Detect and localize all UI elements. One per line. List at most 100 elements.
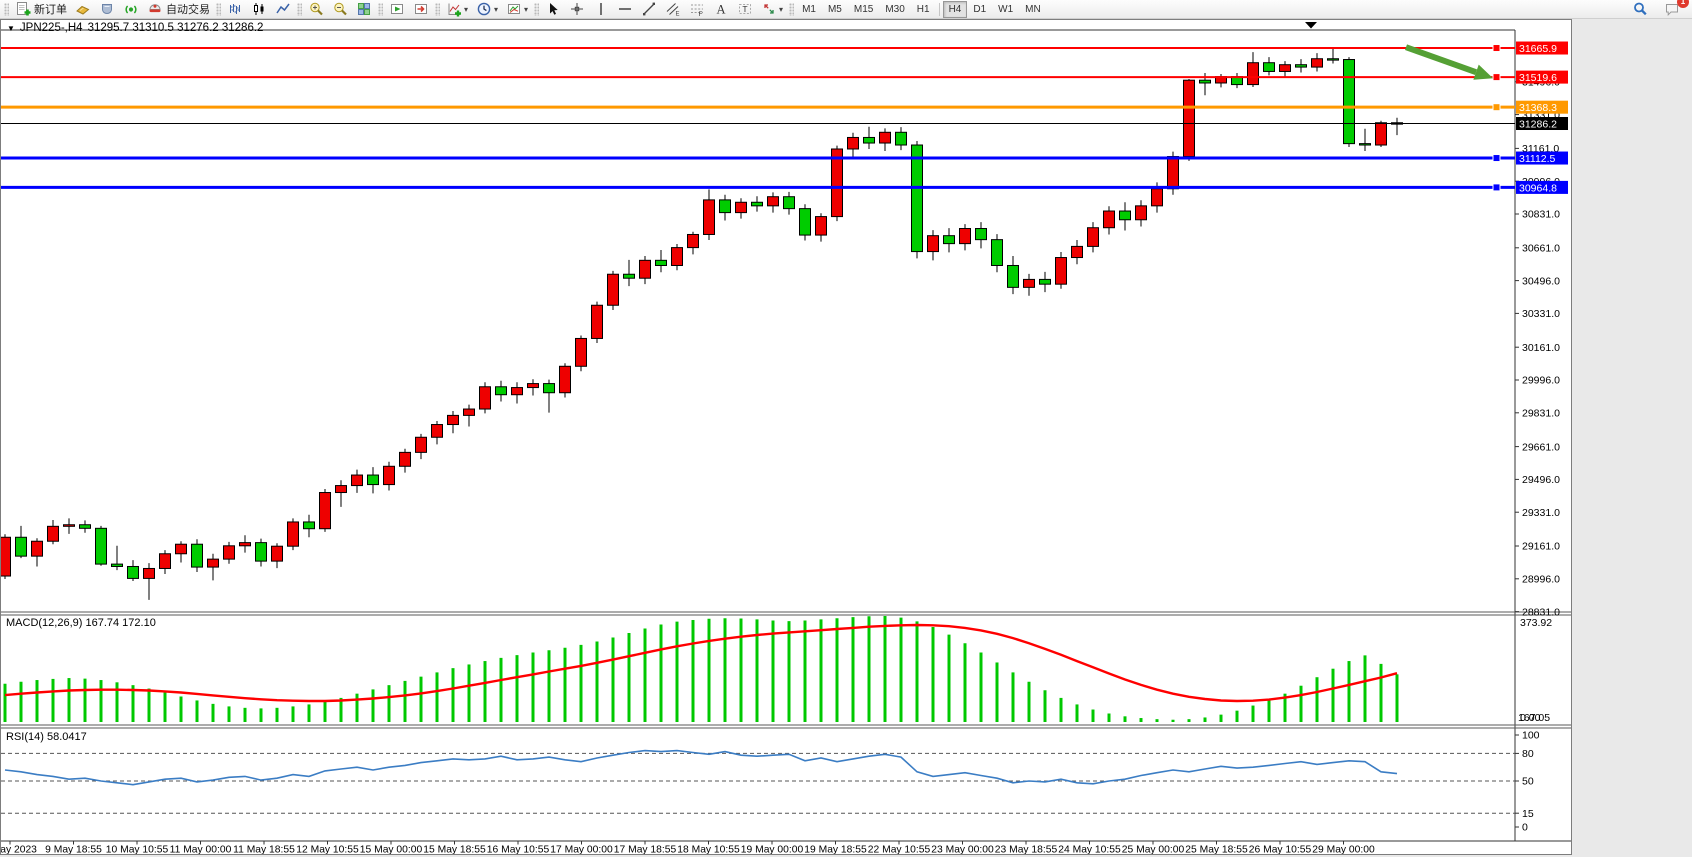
svg-text:15 May 18:55: 15 May 18:55 bbox=[423, 845, 486, 855]
depth-button[interactable] bbox=[95, 0, 119, 19]
toolbar-button-label: 新订单 bbox=[34, 1, 67, 17]
autotrade-button[interactable]: 自动交易 bbox=[143, 0, 214, 19]
horizontal-line-icon bbox=[617, 1, 633, 17]
timeframe-H1[interactable]: H1 bbox=[911, 1, 936, 18]
new-order-button[interactable]: 新订单 bbox=[11, 0, 71, 19]
indicators-icon bbox=[446, 1, 462, 17]
label-button[interactable]: T bbox=[733, 0, 757, 19]
symbol-ohlc: 31295.7 31310.5 31276.2 31286.2 bbox=[88, 22, 264, 34]
autoscroll-icon bbox=[389, 1, 405, 17]
fibonacci-icon: F bbox=[689, 1, 705, 17]
radar-icon bbox=[123, 1, 139, 17]
svg-text:9 May 18:55: 9 May 18:55 bbox=[45, 845, 102, 855]
chevron-down-icon[interactable]: ▾ bbox=[524, 5, 528, 14]
templates-button[interactable]: ▾ bbox=[502, 0, 532, 19]
timeframe-M1[interactable]: M1 bbox=[796, 1, 822, 18]
arrows-button[interactable]: ▾ bbox=[757, 0, 787, 19]
svg-text:F: F bbox=[699, 11, 703, 17]
svg-text:31519.6: 31519.6 bbox=[1519, 72, 1557, 84]
trendline-button[interactable] bbox=[637, 0, 661, 19]
toolbar-grip bbox=[789, 3, 794, 16]
svg-text:10 May 10:55: 10 May 10:55 bbox=[106, 845, 169, 855]
svg-text:0: 0 bbox=[1522, 822, 1528, 834]
zoom-out-button[interactable] bbox=[328, 0, 352, 19]
svg-text:9 May 2023: 9 May 2023 bbox=[1, 845, 37, 855]
svg-text:25 May 00:00: 25 May 00:00 bbox=[1122, 845, 1185, 855]
zoom-in-icon bbox=[308, 1, 324, 17]
svg-text:17 May 18:55: 17 May 18:55 bbox=[614, 845, 677, 855]
radar-button[interactable] bbox=[119, 0, 143, 19]
chart-shift-button[interactable] bbox=[409, 0, 433, 19]
timeframe-M15[interactable]: M15 bbox=[848, 1, 879, 18]
svg-text:23 May 00:00: 23 May 00:00 bbox=[931, 845, 994, 855]
svg-text:16 May 10:55: 16 May 10:55 bbox=[487, 845, 550, 855]
chevron-down-icon[interactable]: ▾ bbox=[464, 5, 468, 14]
fibonacci-button[interactable]: F bbox=[685, 0, 709, 19]
svg-text:18 May 10:55: 18 May 10:55 bbox=[677, 845, 740, 855]
candlestick-icon bbox=[251, 1, 267, 17]
toolbar-grip bbox=[4, 3, 9, 16]
svg-text:11 May 00:00: 11 May 00:00 bbox=[170, 845, 232, 855]
svg-text:29161.0: 29161.0 bbox=[1522, 541, 1560, 553]
svg-text:30496.0: 30496.0 bbox=[1522, 275, 1560, 287]
timeframe-MN[interactable]: MN bbox=[1019, 1, 1047, 18]
timeframe-W1[interactable]: W1 bbox=[992, 1, 1019, 18]
candlestick-button[interactable] bbox=[247, 0, 271, 19]
crosshair-button[interactable] bbox=[565, 0, 589, 19]
svg-text:22 May 10:55: 22 May 10:55 bbox=[868, 845, 931, 855]
svg-text:30331.0: 30331.0 bbox=[1522, 308, 1560, 320]
svg-text:29 May 00:00: 29 May 00:00 bbox=[1312, 845, 1375, 855]
svg-text:50: 50 bbox=[1522, 776, 1534, 788]
chevron-down-icon[interactable]: ▾ bbox=[494, 5, 498, 14]
svg-text:30831.0: 30831.0 bbox=[1522, 209, 1560, 221]
zoom-out-icon bbox=[332, 1, 348, 17]
new-order-icon bbox=[15, 1, 31, 17]
chat-button[interactable]: 1 bbox=[1660, 0, 1684, 19]
chart-shift-icon bbox=[413, 1, 429, 17]
vertical-line-button[interactable] bbox=[589, 0, 613, 19]
label-icon: T bbox=[737, 1, 753, 17]
text-icon: A bbox=[713, 1, 729, 17]
vertical-line-icon bbox=[593, 1, 609, 17]
svg-text:E: E bbox=[676, 12, 680, 18]
chevron-down-icon[interactable]: ▾ bbox=[779, 5, 783, 14]
tile-windows-button[interactable] bbox=[352, 0, 376, 19]
gold-button[interactable] bbox=[71, 0, 95, 19]
svg-text:31368.3: 31368.3 bbox=[1519, 102, 1557, 114]
line-chart-button[interactable] bbox=[271, 0, 295, 19]
cursor-button[interactable] bbox=[541, 0, 565, 19]
svg-text:29331.0: 29331.0 bbox=[1522, 507, 1560, 519]
svg-text:19 May 18:55: 19 May 18:55 bbox=[804, 845, 867, 855]
main-toolbar: 新订单 自动交易 ▾ ▾ ▾ E F AT ▾ M1M5M15M30H1 H4D1W1MN 1 bbox=[0, 0, 1692, 19]
svg-text:373.92: 373.92 bbox=[1520, 617, 1552, 629]
bar-chart-icon bbox=[227, 1, 243, 17]
text-button[interactable]: A bbox=[709, 0, 733, 19]
indicators-button[interactable]: ▾ bbox=[442, 0, 472, 19]
toolbar-grip bbox=[534, 3, 539, 16]
timeframe-M30[interactable]: M30 bbox=[879, 1, 910, 18]
svg-text:29661.0: 29661.0 bbox=[1522, 441, 1560, 453]
timeframe-M5[interactable]: M5 bbox=[822, 1, 848, 18]
timeframe-D1[interactable]: D1 bbox=[967, 1, 992, 18]
svg-text:30161.0: 30161.0 bbox=[1522, 342, 1560, 354]
toolbar-grip bbox=[435, 3, 440, 16]
symbol-dropdown-icon[interactable]: ▼ bbox=[7, 24, 15, 33]
chart-canvas[interactable]: 31496.031331.031161.030996.030831.030661… bbox=[1, 20, 1571, 854]
zoom-in-button[interactable] bbox=[304, 0, 328, 19]
svg-text:29496.0: 29496.0 bbox=[1522, 474, 1560, 486]
search-button[interactable] bbox=[1628, 0, 1652, 19]
bar-chart-button[interactable] bbox=[223, 0, 247, 19]
crosshair-icon bbox=[569, 1, 585, 17]
svg-text:80: 80 bbox=[1522, 748, 1534, 760]
channel-button[interactable]: E bbox=[661, 0, 685, 19]
line-chart-icon bbox=[275, 1, 291, 17]
trendline-icon bbox=[641, 1, 657, 17]
autoscroll-button[interactable] bbox=[385, 0, 409, 19]
svg-text:31286.2: 31286.2 bbox=[1519, 119, 1557, 131]
periods-button[interactable]: ▾ bbox=[472, 0, 502, 19]
svg-text:31665.9: 31665.9 bbox=[1519, 43, 1557, 55]
timeframe-H4[interactable]: H4 bbox=[943, 1, 968, 18]
templates-icon bbox=[506, 1, 522, 17]
svg-text:30964.8: 30964.8 bbox=[1519, 182, 1557, 194]
horizontal-line-button[interactable] bbox=[613, 0, 637, 19]
